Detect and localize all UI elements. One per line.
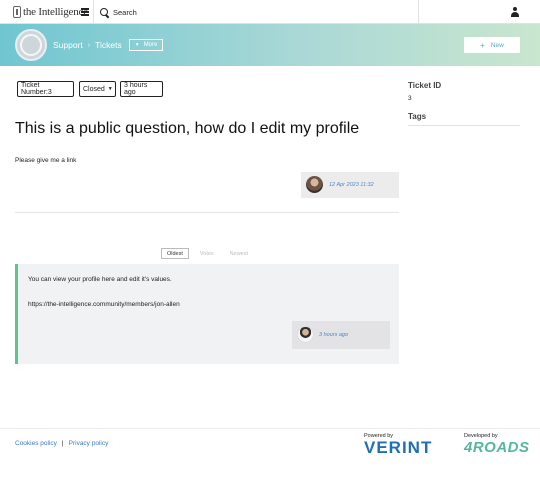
- fourroads-logo[interactable]: 4ROADS: [464, 439, 530, 457]
- footer-links: Cookies policy | Privacy policy: [15, 440, 108, 447]
- status-value: Closed: [83, 85, 105, 93]
- tags-label: Tags: [408, 112, 427, 121]
- cookies-policy-link[interactable]: Cookies policy: [15, 440, 57, 447]
- search-label: Search: [113, 7, 137, 17]
- question-post-date[interactable]: 12 Apr 2023 11:32: [329, 182, 374, 188]
- ticket-id-label: Ticket ID: [408, 81, 442, 90]
- privacy-policy-link[interactable]: Privacy policy: [69, 440, 109, 447]
- ticket-id-value: 3: [408, 95, 412, 102]
- topbar-divider: [418, 0, 419, 24]
- ticket-number-badge: Ticket Number:3: [17, 81, 74, 97]
- developed-by-block: Developed by 4ROADS: [464, 433, 530, 457]
- logo-text: the Intelligence: [23, 6, 88, 18]
- breadcrumb-separator-icon: ›: [87, 41, 91, 49]
- breadcrumb-support[interactable]: Support: [53, 40, 83, 50]
- content-divider: [15, 212, 399, 213]
- plus-icon: +: [480, 40, 485, 50]
- answer-text: You can view your profile here and edit …: [28, 276, 172, 283]
- tab-votes[interactable]: Votes: [195, 248, 219, 259]
- topbar-divider: [93, 0, 94, 24]
- ticket-age-badge: 3 hours ago: [120, 81, 163, 97]
- top-bar: the Intelligence Search: [0, 0, 540, 24]
- verint-logo[interactable]: VERINT: [364, 439, 432, 457]
- author-avatar[interactable]: [306, 176, 323, 193]
- user-profile-icon[interactable]: [510, 7, 520, 17]
- group-banner: Support › Tickets ▼ More + New: [0, 24, 540, 66]
- tab-newest[interactable]: Newest: [225, 248, 253, 259]
- question-author-card: 12 Apr 2023 11:32: [301, 172, 399, 198]
- more-button[interactable]: ▼ More: [128, 39, 164, 51]
- chevron-down-icon: ▼: [107, 86, 113, 92]
- answer-sort-tabs: Oldest Votes Newest: [161, 248, 259, 259]
- more-label: More: [143, 42, 158, 48]
- footer-separator: |: [61, 440, 64, 447]
- logo-icon: [13, 6, 21, 18]
- search-button[interactable]: Search: [100, 5, 137, 19]
- answer-card: You can view your profile here and edit …: [15, 264, 399, 364]
- footer-divider: [0, 428, 540, 429]
- answer-author-card: 3 hours ago: [292, 321, 390, 349]
- tab-oldest[interactable]: Oldest: [161, 248, 189, 259]
- breadcrumb: Support › Tickets ▼ More: [53, 39, 164, 51]
- site-logo[interactable]: the Intelligence: [13, 5, 88, 19]
- answer-link[interactable]: https://the-intelligence.community/membe…: [28, 301, 180, 308]
- search-icon: [100, 7, 109, 17]
- sidebar-divider: [408, 125, 520, 126]
- hamburger-menu-icon[interactable]: [81, 8, 89, 16]
- new-label: New: [490, 41, 504, 49]
- status-dropdown[interactable]: Closed ▼: [79, 81, 116, 97]
- page-title: This is a public question, how do I edit…: [15, 120, 360, 137]
- breadcrumb-tickets[interactable]: Tickets: [95, 40, 122, 50]
- answer-author-avatar[interactable]: [297, 326, 314, 343]
- new-button[interactable]: + New: [464, 37, 520, 53]
- powered-by-block: Powered by VERINT: [364, 433, 432, 457]
- question-body: Please give me a link: [15, 157, 77, 164]
- chevron-down-icon: ▼: [134, 42, 140, 48]
- answer-post-date[interactable]: 3 hours ago: [319, 332, 348, 338]
- group-avatar[interactable]: [15, 29, 47, 61]
